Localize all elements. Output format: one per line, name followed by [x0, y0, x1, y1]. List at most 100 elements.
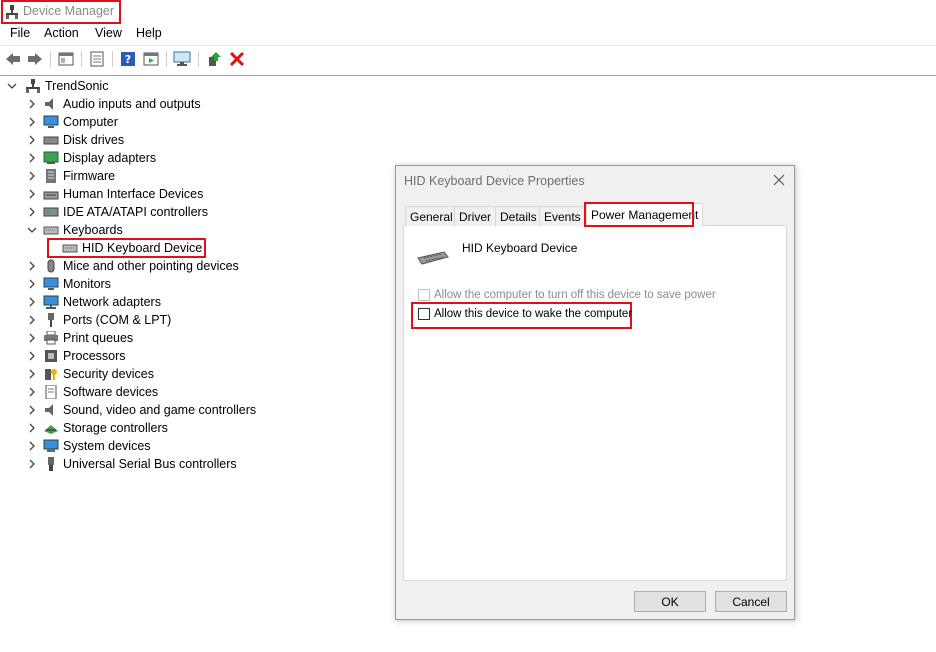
speaker-icon	[45, 98, 53, 110]
show-hide-tree-icon[interactable]	[57, 50, 75, 68]
tree-item-ide[interactable]: IDE ATA/ATAPI controllers	[26, 203, 208, 221]
display-adapter-icon	[43, 151, 59, 164]
menu-bar: File Action View Help	[0, 24, 936, 44]
properties-dialog: HID Keyboard Device Properties General D…	[395, 165, 795, 620]
tree-item-disk-drives[interactable]: Disk drives	[26, 131, 124, 149]
tree-item-network-adapters[interactable]: Network adapters	[26, 293, 161, 311]
close-icon[interactable]	[772, 173, 786, 187]
tree-item-label: Human Interface Devices	[63, 187, 204, 201]
system-device-icon	[43, 439, 59, 452]
chevron-right-icon[interactable]	[26, 170, 38, 182]
tree-item-mice[interactable]: Mice and other pointing devices	[26, 257, 239, 275]
title-bar	[0, 0, 936, 24]
keyboard-device-icon	[62, 244, 78, 253]
chevron-right-icon[interactable]	[26, 134, 38, 146]
scan-hardware-icon[interactable]	[173, 50, 191, 68]
tree-item-audio[interactable]: Audio inputs and outputs	[26, 95, 201, 113]
tree-item-label: Monitors	[63, 277, 111, 291]
chevron-right-icon[interactable]	[26, 296, 38, 308]
allow-turn-off-checkbox[interactable]	[418, 289, 430, 301]
tree-item-label: Audio inputs and outputs	[63, 97, 201, 111]
tree-item-label: Computer	[63, 115, 118, 129]
tree-item-keyboards[interactable]: Keyboards	[26, 221, 123, 239]
tab-general[interactable]: General	[405, 206, 458, 226]
menu-view[interactable]: View	[95, 26, 122, 40]
back-arrow-icon[interactable]	[4, 50, 22, 68]
menu-action[interactable]: Action	[44, 26, 79, 40]
tree-item-ports[interactable]: Ports (COM & LPT)	[26, 311, 171, 329]
security-device-icon	[45, 369, 57, 380]
uninstall-device-icon[interactable]	[228, 50, 246, 68]
tree-item-storage-controllers[interactable]: Storage controllers	[26, 419, 168, 437]
tree-item-label: Sound, video and game controllers	[63, 403, 257, 417]
tab-driver[interactable]: Driver	[454, 206, 496, 226]
tree-item-monitors[interactable]: Monitors	[26, 275, 111, 293]
menu-file[interactable]: File	[10, 26, 30, 40]
chevron-right-icon[interactable]	[26, 350, 38, 362]
pane-divider	[0, 75, 936, 76]
tree-item-hid[interactable]: Human Interface Devices	[26, 185, 203, 203]
tree-item-print-queues[interactable]: Print queues	[26, 329, 133, 347]
chevron-right-icon[interactable]	[26, 332, 38, 344]
tree-item-label: Ports (COM & LPT)	[63, 313, 172, 327]
tree-item-usb[interactable]: Universal Serial Bus controllers	[26, 455, 237, 473]
tree-item-firmware[interactable]: Firmware	[26, 167, 115, 185]
tree-item-display-adapters[interactable]: Display adapters	[26, 149, 156, 167]
tree-item-label: Firmware	[63, 169, 116, 183]
tree-item-label: Print queues	[63, 331, 134, 345]
chevron-right-icon[interactable]	[26, 188, 38, 200]
tree-item-label: Storage controllers	[63, 421, 168, 435]
tree-item-computer[interactable]: Computer	[26, 113, 118, 131]
tree-item-label: Network adapters	[63, 295, 161, 309]
chevron-right-icon[interactable]	[26, 458, 38, 470]
chevron-right-icon[interactable]	[26, 260, 38, 272]
firmware-icon	[46, 169, 56, 183]
tree-item-processors[interactable]: Processors	[26, 347, 126, 365]
chevron-right-icon[interactable]	[26, 206, 38, 218]
computer-root-icon	[26, 79, 40, 93]
chevron-down-icon[interactable]	[6, 80, 18, 92]
tree-item-label: System devices	[63, 439, 151, 453]
allow-wake-label: Allow this device to wake the computer	[434, 308, 633, 320]
action-pane-icon[interactable]	[142, 50, 160, 68]
chevron-down-icon[interactable]	[26, 224, 38, 236]
tab-details[interactable]: Details	[495, 206, 542, 226]
chevron-right-icon[interactable]	[26, 440, 38, 452]
forward-arrow-icon[interactable]	[26, 50, 44, 68]
printer-icon	[44, 331, 58, 345]
processor-icon	[45, 350, 57, 362]
keyboard-icon	[43, 226, 59, 235]
cancel-button[interactable]: Cancel	[715, 591, 787, 612]
tab-page	[403, 225, 787, 581]
monitor-icon	[43, 277, 59, 290]
tree-root[interactable]: TrendSonic	[6, 77, 108, 95]
help-icon[interactable]: ?	[119, 50, 137, 68]
speaker-icon	[45, 404, 53, 416]
chevron-right-icon[interactable]	[26, 278, 38, 290]
properties-icon[interactable]	[88, 50, 106, 68]
monitor-icon	[43, 115, 59, 128]
enable-device-icon[interactable]	[205, 50, 223, 68]
chevron-right-icon[interactable]	[26, 404, 38, 416]
tree-root-label: TrendSonic	[45, 79, 109, 93]
tree-item-system-devices[interactable]: System devices	[26, 437, 151, 455]
ok-button[interactable]: OK	[634, 591, 706, 612]
tree-item-label: HID Keyboard Device	[82, 241, 203, 255]
chevron-right-icon[interactable]	[26, 152, 38, 164]
chevron-right-icon[interactable]	[26, 368, 38, 380]
tree-item-security-devices[interactable]: Security devices	[26, 365, 154, 383]
network-adapter-icon	[43, 295, 59, 309]
chevron-right-icon[interactable]	[26, 314, 38, 326]
menu-help[interactable]: Help	[136, 26, 162, 40]
chevron-right-icon[interactable]	[26, 116, 38, 128]
chevron-right-icon[interactable]	[26, 422, 38, 434]
allow-wake-checkbox[interactable]	[418, 308, 430, 320]
ide-controller-icon	[43, 207, 59, 217]
tab-events[interactable]: Events	[539, 206, 586, 226]
tree-item-hid-keyboard-device[interactable]: HID Keyboard Device	[60, 239, 202, 257]
chevron-right-icon[interactable]	[26, 386, 38, 398]
keyboard-device-icon	[417, 251, 449, 265]
chevron-right-icon[interactable]	[26, 98, 38, 110]
tree-item-software-devices[interactable]: Software devices	[26, 383, 158, 401]
tree-item-sound-video[interactable]: Sound, video and game controllers	[26, 401, 256, 419]
